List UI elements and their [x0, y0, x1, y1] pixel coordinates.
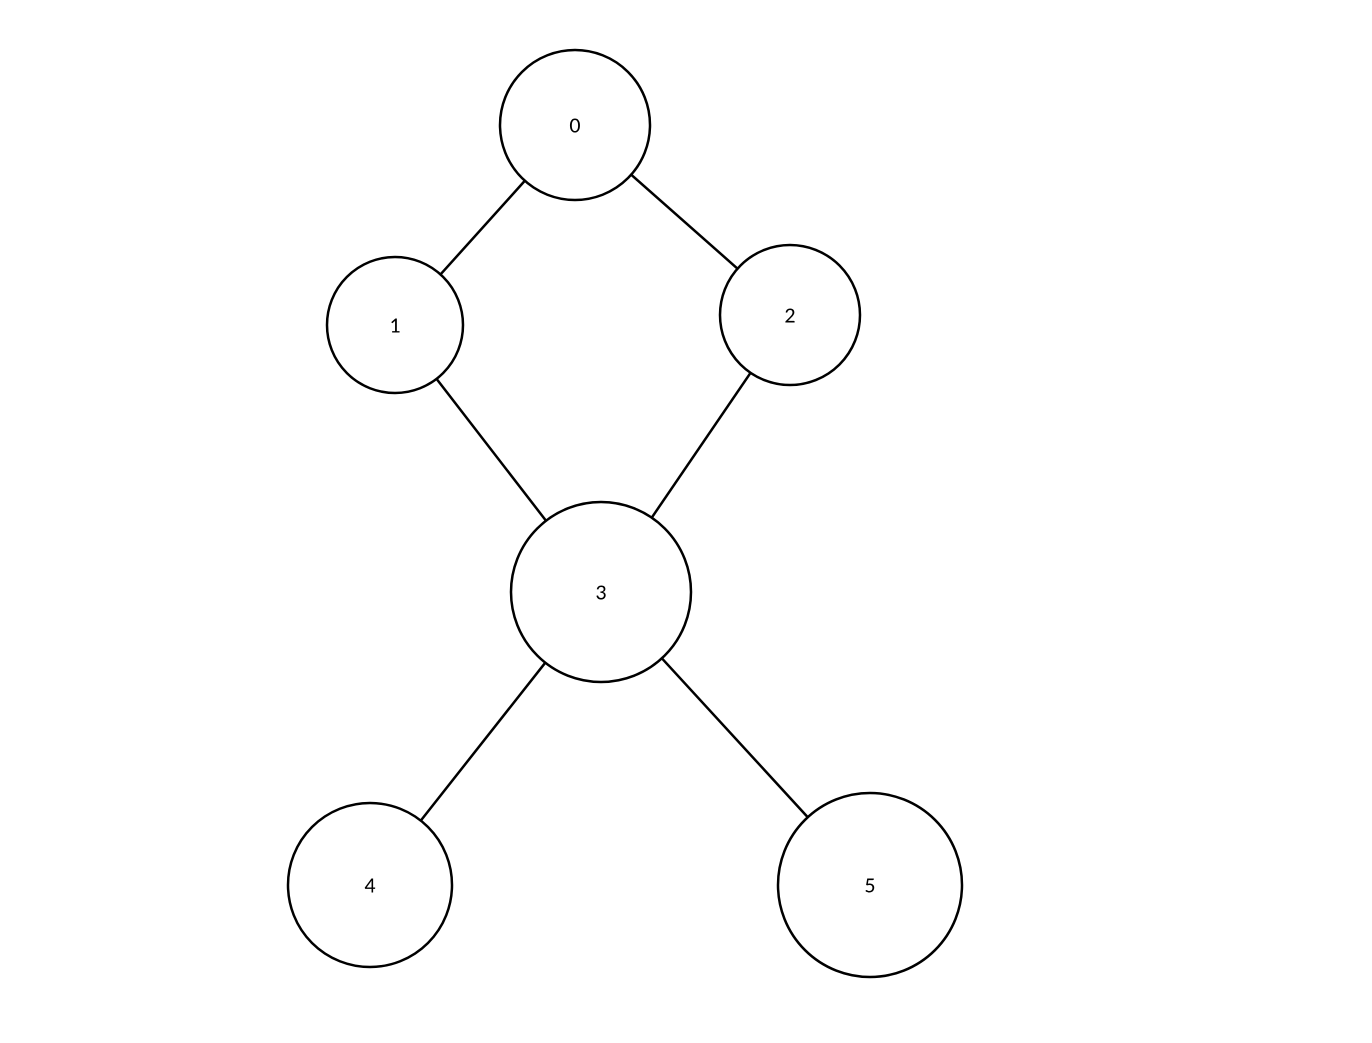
edge-n3-n4: [421, 663, 546, 821]
edge-n3-n5: [662, 658, 808, 817]
node-label-2: 2: [784, 301, 795, 328]
node-2: 2: [720, 245, 860, 385]
node-1: 1: [327, 257, 463, 393]
edge-n1-n3: [437, 379, 546, 521]
node-label-0: 0: [569, 111, 580, 138]
nodes-layer: 0 1 2 3 4 5: [288, 50, 962, 977]
node-label-3: 3: [595, 578, 606, 605]
node-3: 3: [511, 502, 691, 682]
edge-n0-n1: [440, 181, 524, 275]
node-label-5: 5: [864, 871, 875, 898]
node-label-1: 1: [389, 311, 400, 338]
edge-n2-n3: [652, 373, 751, 518]
node-4: 4: [288, 803, 452, 967]
node-label-4: 4: [364, 871, 375, 898]
edge-n0-n2: [631, 175, 737, 269]
graph-diagram: 0 1 2 3 4 5: [0, 0, 1372, 1043]
node-5: 5: [778, 793, 962, 977]
node-0: 0: [500, 50, 650, 200]
